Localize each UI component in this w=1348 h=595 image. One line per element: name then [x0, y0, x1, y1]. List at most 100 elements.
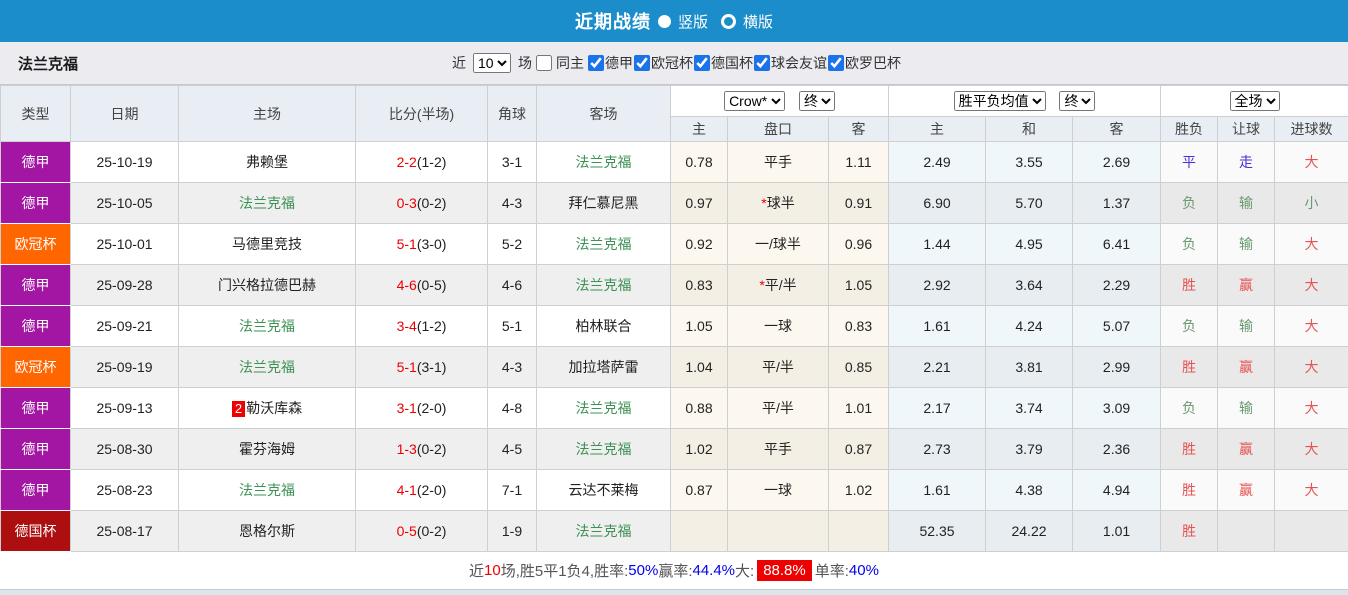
league-filter-label: 欧冠杯 — [651, 53, 693, 73]
vertical-radio-selected-icon[interactable] — [658, 15, 671, 28]
match-row: 德甲25-08-23法兰克福4-1(2-0)7-1云达不莱梅0.87一球1.02… — [1, 470, 1348, 511]
cell-result: 负 — [1161, 388, 1218, 429]
cell-league-badge: 德国杯 — [1, 511, 71, 552]
away-team-link[interactable]: 法兰克福 — [576, 277, 632, 293]
home-team-link[interactable]: 法兰克福 — [239, 318, 295, 334]
cell-result: 胜 — [1161, 470, 1218, 511]
cell-asian-away-odds — [829, 511, 889, 552]
scope-select[interactable]: 全场 — [1230, 91, 1280, 111]
vertical-radio-label[interactable]: 竖版 — [678, 11, 708, 32]
cell-euro-draw-odds: 3.81 — [986, 347, 1073, 388]
page-title: 近期战绩 — [575, 8, 651, 34]
cell-score: 5-1(3-0) — [356, 224, 488, 265]
cell-score: 5-1(3-1) — [356, 347, 488, 388]
away-team-link[interactable]: 法兰克福 — [576, 236, 632, 252]
fulltime-score: 0-3 — [397, 195, 417, 211]
cell-asian-home-odds — [671, 511, 728, 552]
summary-segment: 44.4% — [692, 562, 735, 579]
home-team-link[interactable]: 勒沃库森 — [246, 400, 302, 416]
next-section-strip — [0, 589, 1348, 595]
home-team-link[interactable]: 马德里竞技 — [232, 236, 302, 252]
cell-corner: 4-6 — [488, 265, 537, 306]
cell-euro-draw-odds: 4.38 — [986, 470, 1073, 511]
away-team-link[interactable]: 法兰克福 — [576, 441, 632, 457]
away-team-link[interactable]: 法兰克福 — [576, 154, 632, 170]
cell-euro-home-odds: 1.61 — [889, 470, 986, 511]
cell-asian-away-odds: 0.83 — [829, 306, 889, 347]
cell-league-badge: 德甲 — [1, 183, 71, 224]
home-team-link[interactable]: 门兴格拉德巴赫 — [218, 277, 316, 293]
cell-euro-away-odds: 1.01 — [1073, 511, 1161, 552]
league-filter-4: 球会友谊 — [753, 53, 827, 73]
league-filter-checkbox[interactable] — [588, 55, 604, 71]
cell-home-team: 马德里竞技 — [179, 224, 356, 265]
cell-league-badge: 德甲 — [1, 265, 71, 306]
euro-time-select[interactable]: 终 — [1059, 91, 1095, 111]
cell-corner: 7-1 — [488, 470, 537, 511]
summary-segment: 40% — [849, 562, 879, 579]
cell-euro-draw-odds: 24.22 — [986, 511, 1073, 552]
away-team-link[interactable]: 云达不莱梅 — [569, 482, 639, 498]
cell-asian-handicap: 一/球半 — [728, 224, 829, 265]
halftime-score: (0-2) — [417, 523, 447, 539]
cell-asian-home-odds: 0.83 — [671, 265, 728, 306]
away-team-link[interactable]: 柏林联合 — [576, 318, 632, 334]
cell-date: 25-10-01 — [71, 224, 179, 265]
home-team-link[interactable]: 法兰克福 — [239, 359, 295, 375]
home-team-link[interactable]: 法兰克福 — [239, 482, 295, 498]
cell-goals-result — [1275, 511, 1348, 552]
asian-odds-header-cell: Crow* 终 — [671, 86, 889, 117]
result-header-cell: 全场 — [1161, 86, 1348, 117]
bookmaker-select[interactable]: Crow* — [724, 91, 785, 111]
home-team-link[interactable]: 法兰克福 — [239, 195, 295, 211]
match-count-select[interactable]: 10 — [473, 53, 511, 73]
league-filter-label: 球会友谊 — [771, 53, 827, 73]
cell-corner: 4-8 — [488, 388, 537, 429]
away-team-link[interactable]: 拜仁慕尼黑 — [569, 195, 639, 211]
cell-league-badge: 德甲 — [1, 306, 71, 347]
same-home-label: 同主 — [556, 53, 584, 73]
cell-score: 2-2(1-2) — [356, 142, 488, 183]
halftime-score: (3-0) — [417, 236, 447, 252]
away-team-link[interactable]: 加拉塔萨雷 — [569, 359, 639, 375]
cell-result: 胜 — [1161, 265, 1218, 306]
halftime-score: (2-0) — [417, 400, 447, 416]
horizontal-radio-label[interactable]: 横版 — [743, 11, 773, 32]
same-home-checkbox[interactable] — [536, 55, 552, 71]
home-team-link[interactable]: 恩格尔斯 — [239, 523, 295, 539]
league-filter-checkbox[interactable] — [634, 55, 650, 71]
cell-corner: 4-3 — [488, 347, 537, 388]
fulltime-score: 1-3 — [397, 441, 417, 457]
cell-handicap-result: 赢 — [1218, 265, 1275, 306]
title-bar: 近期战绩 竖版 横版 — [0, 0, 1348, 42]
col-header-home: 主场 — [179, 86, 356, 142]
cell-home-team: 霍芬海姆 — [179, 429, 356, 470]
away-team-link[interactable]: 法兰克福 — [576, 400, 632, 416]
col-header-euro-away: 客 — [1073, 117, 1161, 142]
horizontal-radio-icon[interactable] — [721, 14, 736, 29]
cell-handicap-result — [1218, 511, 1275, 552]
league-filter-checkbox[interactable] — [694, 55, 710, 71]
asian-time-select[interactable]: 终 — [799, 91, 835, 111]
cell-euro-away-odds: 1.37 — [1073, 183, 1161, 224]
match-row: 德甲25-10-05法兰克福0-3(0-2)4-3拜仁慕尼黑0.97*球半0.9… — [1, 183, 1348, 224]
col-header-asian-handicap: 盘口 — [728, 117, 829, 142]
league-filter-label: 德甲 — [605, 53, 633, 73]
league-filter-1: 德甲 — [587, 53, 633, 73]
cell-home-team: 弗赖堡 — [179, 142, 356, 183]
cell-away-team: 法兰克福 — [537, 224, 671, 265]
league-filter-checkbox[interactable] — [754, 55, 770, 71]
league-filter-checkbox[interactable] — [828, 55, 844, 71]
cell-corner: 1-9 — [488, 511, 537, 552]
cell-asian-away-odds: 0.96 — [829, 224, 889, 265]
cell-score: 4-1(2-0) — [356, 470, 488, 511]
home-team-link[interactable]: 弗赖堡 — [246, 154, 288, 170]
cell-score: 0-5(0-2) — [356, 511, 488, 552]
home-team-link[interactable]: 霍芬海姆 — [239, 441, 295, 457]
cell-asian-home-odds: 1.05 — [671, 306, 728, 347]
cell-asian-home-odds: 0.78 — [671, 142, 728, 183]
away-team-link[interactable]: 法兰克福 — [576, 523, 632, 539]
fulltime-score: 4-6 — [397, 277, 417, 293]
cell-goals-result: 大 — [1275, 265, 1348, 306]
euro-type-select[interactable]: 胜平负均值 — [954, 91, 1046, 111]
